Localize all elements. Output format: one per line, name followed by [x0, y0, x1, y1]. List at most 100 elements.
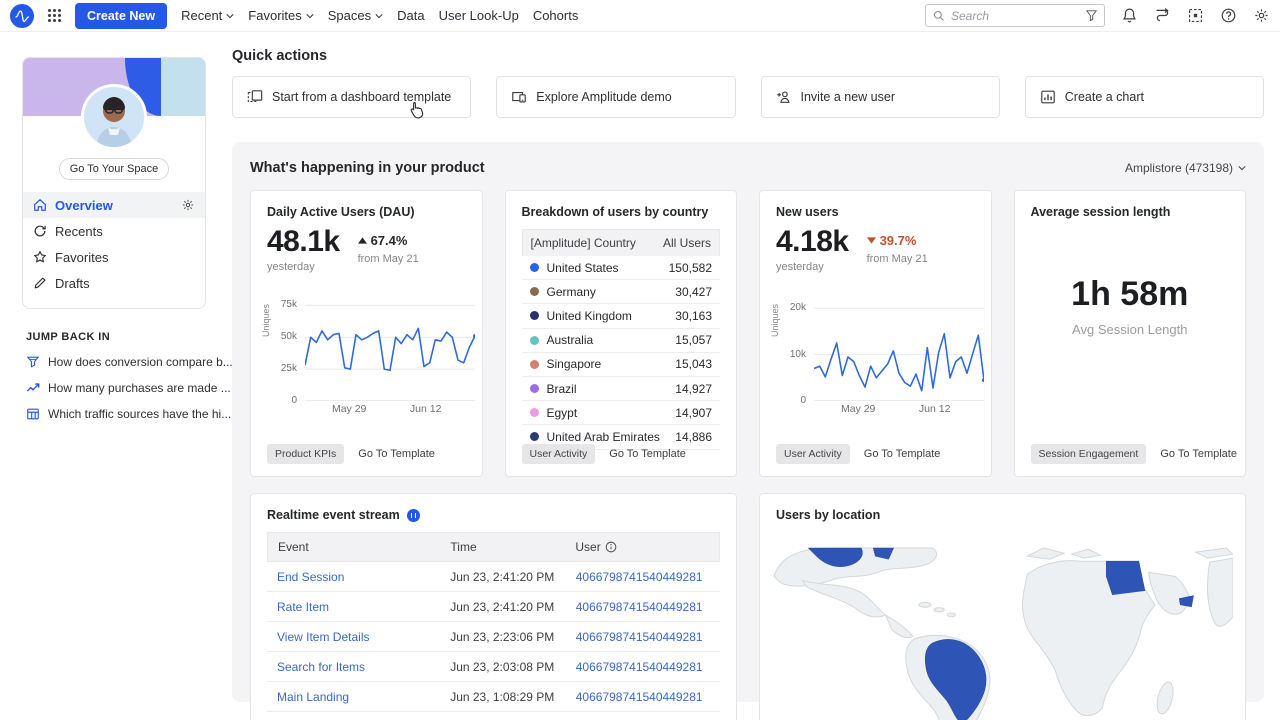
- country-go-to-template-link[interactable]: Go To Template: [609, 448, 686, 460]
- country-row[interactable]: Brazil14,927: [522, 377, 721, 401]
- quick-action-invite-user[interactable]: Invite a new user: [761, 76, 1000, 118]
- user-id-link[interactable]: 4066798741540449281: [576, 570, 710, 584]
- session-tag[interactable]: Session Engagement: [1031, 444, 1147, 464]
- caret-up-icon: [358, 237, 367, 244]
- bar-chart-icon: [1040, 89, 1056, 105]
- star-icon: [33, 250, 47, 264]
- sidebar-item-label: Overview: [55, 198, 113, 213]
- jump-item-label: How does conversion compare b...: [48, 355, 233, 369]
- map-egypt-highlight: [1106, 561, 1145, 594]
- user-col-header: User: [575, 540, 709, 554]
- new-users-go-to-template-link[interactable]: Go To Template: [864, 448, 941, 460]
- sidebar-item-recents[interactable]: Recents: [23, 218, 205, 244]
- y-tick-label: 10k: [790, 349, 806, 360]
- chevron-down-icon: [1238, 164, 1246, 172]
- chevron-down-icon: [226, 12, 234, 20]
- nav-data-label: Data: [397, 8, 424, 23]
- country-row[interactable]: United Kingdom30,163: [522, 304, 721, 328]
- dau-value: 48.1k: [267, 227, 340, 257]
- nav-cohorts-link[interactable]: Cohorts: [533, 8, 579, 23]
- new-users-tag[interactable]: User Activity: [776, 444, 850, 464]
- settings-gear-icon[interactable]: [1253, 7, 1270, 24]
- user-id-link[interactable]: 4066798741540449281: [576, 630, 710, 644]
- dau-change: 67.4%: [358, 233, 419, 248]
- new-users-title: New users: [776, 205, 975, 219]
- dau-tag[interactable]: Product KPIs: [267, 444, 344, 464]
- nav-cohorts-label: Cohorts: [533, 8, 579, 23]
- filter-funnel-icon[interactable]: [1086, 10, 1097, 21]
- jump-item-traffic-sources[interactable]: Which traffic sources have the hi...: [26, 407, 206, 421]
- new-users-change-caption: from May 21: [867, 253, 928, 265]
- new-users-card-footer: User Activity Go To Template: [776, 444, 940, 464]
- series-color-dot: [530, 311, 539, 320]
- go-to-your-space-button[interactable]: Go To Your Space: [59, 158, 169, 180]
- nav-recent-menu[interactable]: Recent: [181, 8, 234, 23]
- info-icon[interactable]: [605, 541, 617, 553]
- user-id-link[interactable]: 4066798741540449281: [576, 600, 710, 614]
- nav-favorites-menu[interactable]: Favorites: [248, 8, 313, 23]
- dau-change-value: 67.4%: [371, 233, 408, 248]
- event-link[interactable]: Search for Items: [277, 660, 450, 674]
- map-arabian-peninsula: [1149, 572, 1192, 614]
- quick-action-explore-demo[interactable]: Explore Amplitude demo: [496, 76, 735, 118]
- journeys-path-icon[interactable]: [1154, 7, 1171, 24]
- quick-action-label: Invite a new user: [801, 90, 896, 104]
- y-tick-label: 20k: [790, 302, 806, 313]
- search-icon: [933, 10, 945, 22]
- session-card-footer: Session Engagement Go To Template: [1031, 444, 1237, 464]
- event-link[interactable]: Rate Item: [277, 600, 450, 614]
- session-go-to-template-link[interactable]: Go To Template: [1160, 448, 1237, 460]
- select-region-icon[interactable]: [1187, 7, 1204, 24]
- live-pause-icon[interactable]: [407, 509, 420, 522]
- dau-change-caption: from May 21: [358, 253, 419, 265]
- quick-action-dashboard-template[interactable]: Start from a dashboard template: [232, 76, 471, 118]
- country-row[interactable]: Egypt14,907: [522, 401, 721, 425]
- country-row[interactable]: United States150,582: [522, 256, 721, 280]
- nav-user-lookup-link[interactable]: User Look-Up: [439, 8, 519, 23]
- session-caption: Avg Session Length: [1015, 322, 1246, 337]
- search-box[interactable]: [925, 4, 1105, 27]
- country-col-header: [Amplitude] Country: [531, 236, 636, 250]
- nav-spaces-menu[interactable]: Spaces: [328, 8, 383, 23]
- avatar[interactable]: [81, 84, 147, 150]
- event-row: End SessionJun 23, 2:41:20 PM40667987415…: [267, 562, 720, 592]
- jump-item-purchases[interactable]: How many purchases are made ...: [26, 381, 206, 395]
- quick-action-create-chart[interactable]: Create a chart: [1025, 76, 1264, 118]
- session-length-card: Average session length 1h 58m Avg Sessio…: [1014, 190, 1247, 477]
- map-europe-fragment: [1027, 548, 1063, 559]
- country-row[interactable]: Germany30,427: [522, 280, 721, 304]
- app-grid-icon[interactable]: [48, 9, 61, 22]
- create-new-button[interactable]: Create New: [75, 3, 167, 29]
- project-selector[interactable]: Amplistore (473198): [1125, 161, 1246, 175]
- caret-down-icon: [867, 237, 876, 244]
- map-card-title: Users by location: [776, 508, 1229, 522]
- country-row[interactable]: Singapore15,043: [522, 353, 721, 377]
- project-selector-label: Amplistore (473198): [1125, 161, 1233, 175]
- search-input[interactable]: [951, 9, 1080, 23]
- user-id-link[interactable]: 4066798741540449281: [576, 660, 710, 674]
- country-row[interactable]: Australia15,057: [522, 329, 721, 353]
- quick-action-label: Explore Amplitude demo: [536, 90, 672, 104]
- sidebar-item-drafts[interactable]: Drafts: [23, 270, 205, 296]
- sidebar-item-overview[interactable]: Overview: [23, 192, 205, 218]
- sidebar-item-favorites[interactable]: Favorites: [23, 244, 205, 270]
- event-link[interactable]: View Item Details: [277, 630, 450, 644]
- event-link[interactable]: Main Landing: [277, 690, 450, 704]
- dau-chart-yaxis: 75k50k25k0: [273, 299, 301, 401]
- pencil-icon: [33, 276, 47, 290]
- dau-chart-plot: [305, 299, 475, 401]
- amplitude-logo-icon[interactable]: [10, 4, 34, 28]
- jump-item-conversion[interactable]: How does conversion compare b...: [26, 355, 206, 369]
- event-link[interactable]: End Session: [277, 570, 450, 584]
- help-icon[interactable]: [1220, 7, 1237, 24]
- demo-monitor-icon: [511, 89, 527, 105]
- dau-go-to-template-link[interactable]: Go To Template: [358, 448, 435, 460]
- user-id-link[interactable]: 4066798741540449281: [576, 690, 710, 704]
- space-settings-gear-icon[interactable]: [181, 198, 195, 212]
- nav-right-cluster: [925, 4, 1270, 27]
- y-tick-label: 0: [291, 395, 297, 406]
- country-tag[interactable]: User Activity: [522, 444, 596, 464]
- nav-data-link[interactable]: Data: [397, 8, 424, 23]
- notifications-bell-icon[interactable]: [1121, 7, 1138, 24]
- world-map[interactable]: + −: [772, 546, 1233, 720]
